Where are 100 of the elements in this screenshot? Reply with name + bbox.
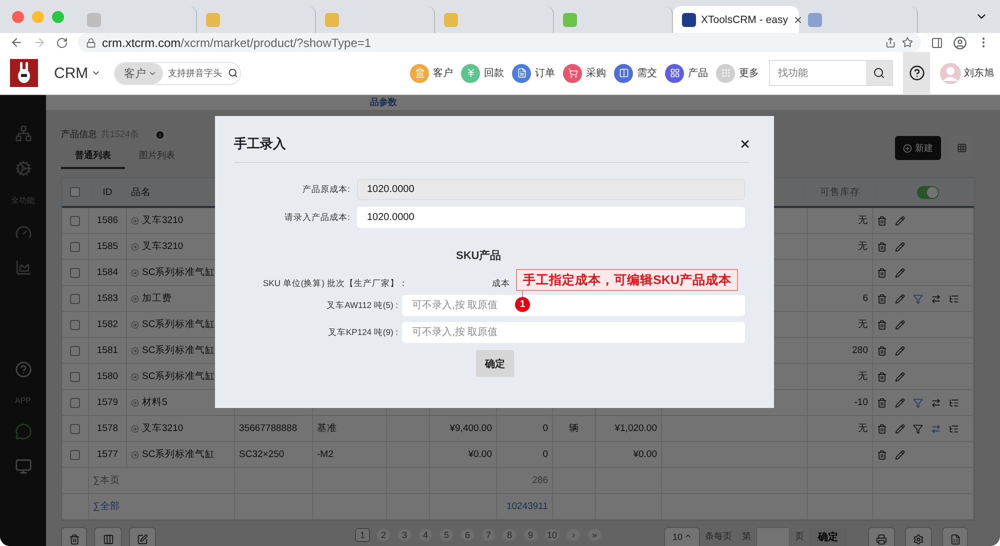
row-checkbox[interactable] [70,268,80,278]
page-button[interactable]: 6 [460,528,475,542]
trash-icon[interactable] [877,450,887,460]
input-field[interactable]: 1020.0000 [357,179,745,200]
pencil-icon[interactable] [895,242,905,252]
page-size-select[interactable]: 10 [664,527,700,546]
page-button[interactable]: 8 [502,528,517,542]
next-page-button[interactable]: › [566,528,582,542]
expand-icon[interactable] [131,398,139,406]
row-checkbox[interactable] [70,216,80,226]
trash-icon[interactable] [877,372,887,382]
tree-icon[interactable] [949,424,959,434]
input-field[interactable]: 1020.0000 [357,207,745,228]
funnel-icon[interactable] [913,424,923,434]
total-link[interactable]: ∑全部 [93,500,120,513]
search-input[interactable]: 支持拼音字头 [168,68,228,78]
user-name[interactable]: 刘东旭 [964,66,994,80]
expand-icon[interactable] [131,242,139,250]
page-button[interactable]: 7 [481,528,496,542]
share-icon[interactable] [885,37,896,48]
monitor-icon[interactable] [14,458,32,475]
trash-icon[interactable] [877,242,887,252]
section-tab[interactable]: 品参数 [370,96,397,109]
trash-icon[interactable] [877,398,887,408]
print-button[interactable] [868,527,895,546]
reload-icon[interactable] [56,36,68,48]
tree-icon[interactable] [949,398,959,408]
side-panel-icon[interactable] [931,36,943,48]
page-button[interactable]: 2 [376,528,391,542]
pencil-icon[interactable] [895,346,905,356]
trash-icon[interactable] [877,346,887,356]
view-tab[interactable]: 图片列表 [125,147,189,169]
trash-icon[interactable] [877,294,887,304]
view-tab[interactable]: 普通列表 [61,147,125,169]
shortcut-link[interactable]: 产品 [665,64,708,82]
last-page-button[interactable]: » [587,528,602,542]
expand-icon[interactable] [131,450,139,458]
bookmark-icon[interactable] [902,37,913,48]
help-icon[interactable] [14,361,32,378]
logo-icon[interactable] [10,59,38,87]
shortcut-link[interactable]: 客户 [410,64,453,82]
input-field[interactable]: 可不录入,按 取原值 [402,322,745,343]
close-window-button[interactable] [12,10,24,22]
shortcut-link[interactable]: 订单 [512,64,555,82]
funnel-icon[interactable] [913,294,923,304]
profile-icon[interactable] [953,36,967,50]
trash-icon[interactable] [877,268,887,278]
pencil-icon[interactable] [895,398,905,408]
page-button[interactable]: 9 [523,528,538,542]
app-menu[interactable]: CRM [54,64,102,82]
address-bar[interactable]: crm.xtcrm.com/xcrm/market/product/?showType=1 [78,33,921,52]
shortcut-link[interactable]: 回款 [461,64,504,82]
pencil-icon[interactable] [895,320,905,330]
page-button[interactable]: 4 [418,528,433,542]
total-link[interactable]: 10243911 [506,501,548,512]
edit-button[interactable] [129,527,156,546]
help-button[interactable] [903,52,930,94]
page-button[interactable]: 1 [355,528,370,542]
pencil-icon[interactable] [895,268,905,278]
row-checkbox[interactable] [70,398,80,408]
tree-icon[interactable] [949,294,959,304]
row-checkbox[interactable] [70,346,80,356]
back-icon[interactable] [10,36,23,49]
close-button[interactable] [739,138,751,150]
swap-icon[interactable] [931,294,941,304]
trash-icon[interactable] [877,216,887,226]
shortcut-link[interactable]: 需交 [614,64,657,82]
confirm-button[interactable]: 确定 [476,350,514,377]
settings-button[interactable] [905,527,932,546]
select-all-checkbox[interactable] [70,187,80,197]
pencil-icon[interactable] [895,424,905,434]
row-checkbox[interactable] [70,242,80,252]
swap-icon[interactable] [931,398,941,408]
pencil-icon[interactable] [895,216,905,226]
trash-icon[interactable] [877,424,887,434]
expand-icon[interactable] [131,268,139,276]
page-button[interactable]: 3 [397,528,412,542]
page-button[interactable]: 5 [439,528,454,542]
row-checkbox[interactable] [70,424,80,434]
funnel-icon[interactable] [913,398,923,408]
row-checkbox[interactable] [70,372,80,382]
pencil-icon[interactable] [895,294,905,304]
new-button[interactable]: 新建 [895,136,941,160]
shortcut-link[interactable]: 采购 [563,64,606,82]
expand-icon[interactable] [131,294,139,302]
expand-icon[interactable] [131,424,139,432]
delete-button[interactable] [61,527,87,546]
row-checkbox[interactable] [70,294,80,304]
close-icon[interactable] [792,14,803,24]
expand-icon[interactable] [131,372,139,380]
stock-toggle[interactable] [917,186,939,198]
export-button[interactable] [942,527,968,546]
trash-icon[interactable] [877,320,887,330]
scope-dropdown[interactable]: 客户 [115,62,164,84]
row-checkbox[interactable] [70,450,80,460]
shortcut-link[interactable]: 更多 [716,64,759,82]
swap-icon[interactable] [931,424,941,434]
columns-button[interactable] [94,527,122,546]
browser-tab[interactable]: XToolsCRM - easy [673,6,799,33]
expand-icon[interactable] [131,216,139,224]
